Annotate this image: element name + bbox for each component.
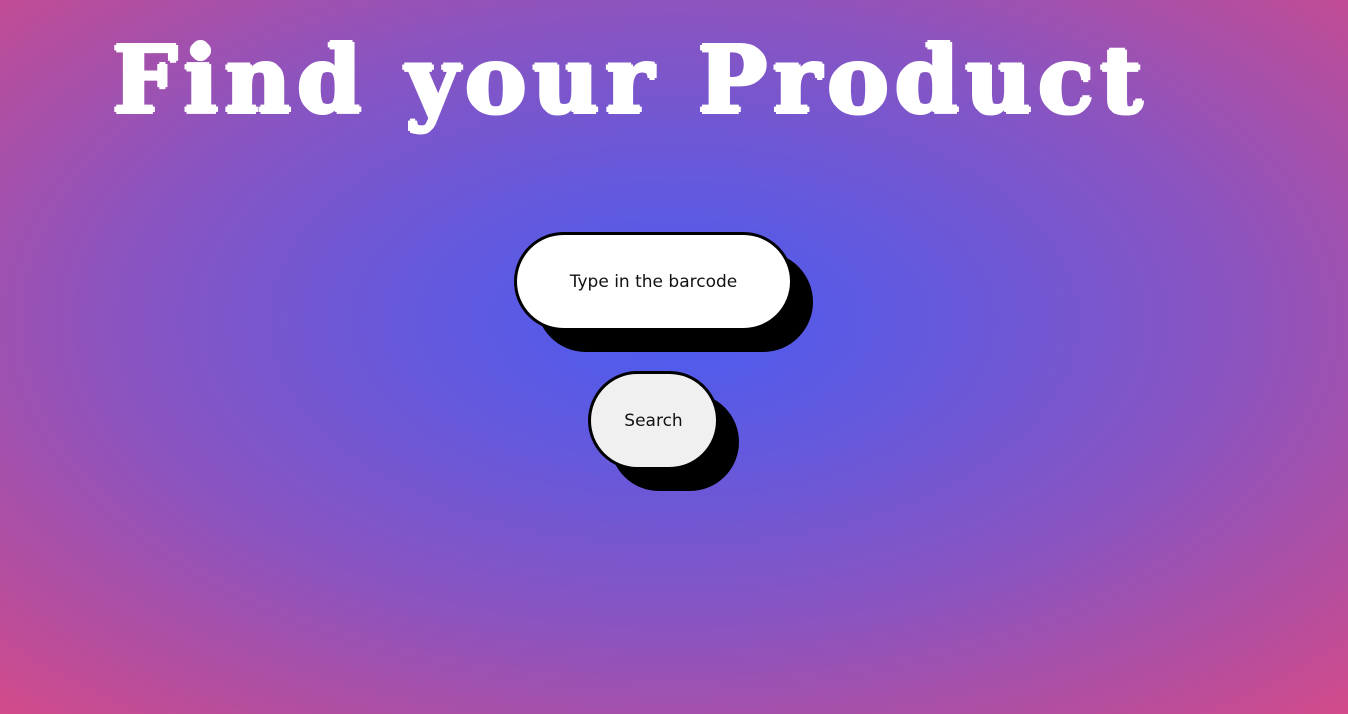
page-title: Find your Product	[112, 26, 1149, 134]
barcode-input[interactable]	[514, 232, 793, 331]
search-button-container: Search	[588, 371, 739, 491]
search-button[interactable]: Search	[588, 371, 719, 470]
barcode-field-container	[514, 232, 813, 352]
page: Find your Product Search	[0, 0, 1348, 714]
